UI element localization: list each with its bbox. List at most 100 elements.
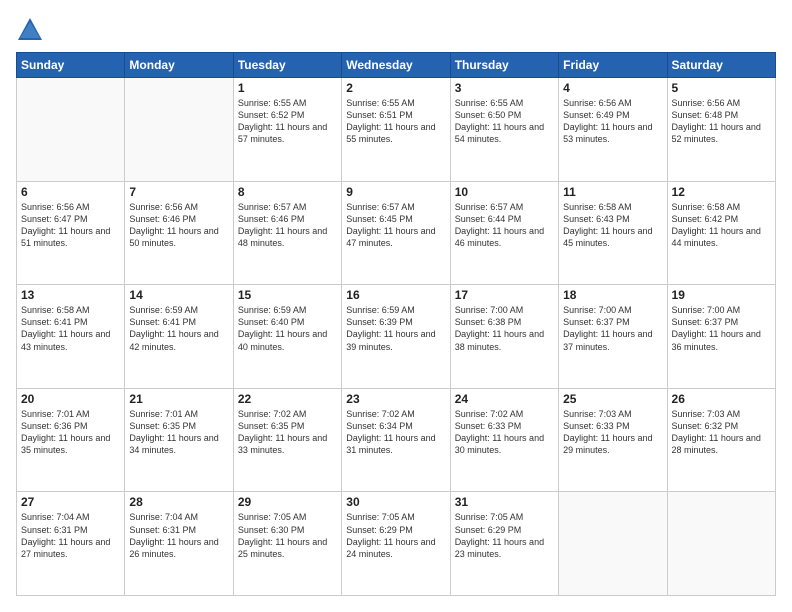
calendar-cell: 21 Sunrise: 7:01 AM Sunset: 6:35 PM Dayli… [125, 388, 233, 492]
day-info: Sunrise: 7:01 AM Sunset: 6:35 PM Dayligh… [129, 408, 228, 457]
day-number: 12 [672, 185, 771, 199]
day-info: Sunrise: 6:58 AM Sunset: 6:43 PM Dayligh… [563, 201, 662, 250]
day-number: 29 [238, 495, 337, 509]
logo [16, 16, 48, 44]
calendar-cell: 9 Sunrise: 6:57 AM Sunset: 6:45 PM Daylig… [342, 181, 450, 285]
calendar-cell: 23 Sunrise: 7:02 AM Sunset: 6:34 PM Dayli… [342, 388, 450, 492]
day-info: Sunrise: 7:04 AM Sunset: 6:31 PM Dayligh… [21, 511, 120, 560]
day-number: 3 [455, 81, 554, 95]
calendar-cell: 29 Sunrise: 7:05 AM Sunset: 6:30 PM Dayli… [233, 492, 341, 596]
day-number: 23 [346, 392, 445, 406]
day-number: 10 [455, 185, 554, 199]
weekday-header-monday: Monday [125, 53, 233, 78]
day-number: 31 [455, 495, 554, 509]
day-number: 4 [563, 81, 662, 95]
day-number: 22 [238, 392, 337, 406]
day-info: Sunrise: 6:56 AM Sunset: 6:47 PM Dayligh… [21, 201, 120, 250]
calendar-week-4: 20 Sunrise: 7:01 AM Sunset: 6:36 PM Dayli… [17, 388, 776, 492]
day-info: Sunrise: 6:56 AM Sunset: 6:46 PM Dayligh… [129, 201, 228, 250]
day-info: Sunrise: 6:59 AM Sunset: 6:41 PM Dayligh… [129, 304, 228, 353]
calendar-cell: 28 Sunrise: 7:04 AM Sunset: 6:31 PM Dayli… [125, 492, 233, 596]
day-info: Sunrise: 7:05 AM Sunset: 6:30 PM Dayligh… [238, 511, 337, 560]
calendar-cell: 13 Sunrise: 6:58 AM Sunset: 6:41 PM Dayli… [17, 285, 125, 389]
calendar-week-1: 1Sunrise: 6:55 AM Sunset: 6:52 PM Daylig… [17, 78, 776, 182]
calendar-cell: 10 Sunrise: 6:57 AM Sunset: 6:44 PM Dayli… [450, 181, 558, 285]
weekday-header-wednesday: Wednesday [342, 53, 450, 78]
day-number: 19 [672, 288, 771, 302]
calendar-cell: 4 Sunrise: 6:56 AM Sunset: 6:49 PM Daylig… [559, 78, 667, 182]
calendar-cell: 11 Sunrise: 6:58 AM Sunset: 6:43 PM Dayli… [559, 181, 667, 285]
day-info: Sunrise: 6:55 AM Sunset: 6:50 PM Dayligh… [455, 97, 554, 146]
calendar-cell [125, 78, 233, 182]
day-number: 25 [563, 392, 662, 406]
calendar-cell: 8Sunrise: 6:57 AM Sunset: 6:46 PM Daylig… [233, 181, 341, 285]
day-info: Sunrise: 7:05 AM Sunset: 6:29 PM Dayligh… [346, 511, 445, 560]
day-info: Sunrise: 6:59 AM Sunset: 6:40 PM Dayligh… [238, 304, 337, 353]
weekday-header-friday: Friday [559, 53, 667, 78]
day-number: 11 [563, 185, 662, 199]
calendar-body: 1Sunrise: 6:55 AM Sunset: 6:52 PM Daylig… [17, 78, 776, 596]
day-info: Sunrise: 7:03 AM Sunset: 6:33 PM Dayligh… [563, 408, 662, 457]
day-number: 15 [238, 288, 337, 302]
day-number: 7 [129, 185, 228, 199]
weekday-header-thursday: Thursday [450, 53, 558, 78]
day-info: Sunrise: 7:02 AM Sunset: 6:35 PM Dayligh… [238, 408, 337, 457]
calendar-cell [667, 492, 775, 596]
calendar-cell: 20 Sunrise: 7:01 AM Sunset: 6:36 PM Dayli… [17, 388, 125, 492]
logo-icon [16, 16, 44, 44]
day-info: Sunrise: 6:57 AM Sunset: 6:46 PM Dayligh… [238, 201, 337, 250]
calendar-cell: 19 Sunrise: 7:00 AM Sunset: 6:37 PM Dayli… [667, 285, 775, 389]
calendar-cell: 14 Sunrise: 6:59 AM Sunset: 6:41 PM Dayli… [125, 285, 233, 389]
calendar-week-5: 27 Sunrise: 7:04 AM Sunset: 6:31 PM Dayli… [17, 492, 776, 596]
calendar-cell: 16Sunrise: 6:59 AM Sunset: 6:39 PM Dayli… [342, 285, 450, 389]
calendar-cell: 5 Sunrise: 6:56 AM Sunset: 6:48 PM Daylig… [667, 78, 775, 182]
day-info: Sunrise: 6:57 AM Sunset: 6:44 PM Dayligh… [455, 201, 554, 250]
weekday-header-saturday: Saturday [667, 53, 775, 78]
day-number: 20 [21, 392, 120, 406]
day-info: Sunrise: 6:59 AM Sunset: 6:39 PM Dayligh… [346, 304, 445, 353]
day-info: Sunrise: 6:58 AM Sunset: 6:41 PM Dayligh… [21, 304, 120, 353]
day-number: 9 [346, 185, 445, 199]
calendar-cell: 24 Sunrise: 7:02 AM Sunset: 6:33 PM Dayli… [450, 388, 558, 492]
day-info: Sunrise: 7:05 AM Sunset: 6:29 PM Dayligh… [455, 511, 554, 560]
day-info: Sunrise: 7:04 AM Sunset: 6:31 PM Dayligh… [129, 511, 228, 560]
calendar-cell: 30 Sunrise: 7:05 AM Sunset: 6:29 PM Dayli… [342, 492, 450, 596]
calendar-cell [17, 78, 125, 182]
day-info: Sunrise: 6:55 AM Sunset: 6:52 PM Dayligh… [238, 97, 337, 146]
day-info: Sunrise: 6:58 AM Sunset: 6:42 PM Dayligh… [672, 201, 771, 250]
calendar-cell: 17Sunrise: 7:00 AM Sunset: 6:38 PM Dayli… [450, 285, 558, 389]
calendar-cell: 25 Sunrise: 7:03 AM Sunset: 6:33 PM Dayli… [559, 388, 667, 492]
day-number: 6 [21, 185, 120, 199]
day-number: 5 [672, 81, 771, 95]
day-number: 14 [129, 288, 228, 302]
calendar-cell: 18 Sunrise: 7:00 AM Sunset: 6:37 PM Dayli… [559, 285, 667, 389]
page: SundayMondayTuesdayWednesdayThursdayFrid… [0, 0, 792, 612]
day-number: 2 [346, 81, 445, 95]
day-number: 30 [346, 495, 445, 509]
calendar-cell [559, 492, 667, 596]
calendar-header: SundayMondayTuesdayWednesdayThursdayFrid… [17, 53, 776, 78]
weekday-header-row: SundayMondayTuesdayWednesdayThursdayFrid… [17, 53, 776, 78]
day-info: Sunrise: 6:57 AM Sunset: 6:45 PM Dayligh… [346, 201, 445, 250]
day-info: Sunrise: 6:56 AM Sunset: 6:49 PM Dayligh… [563, 97, 662, 146]
day-number: 28 [129, 495, 228, 509]
weekday-header-sunday: Sunday [17, 53, 125, 78]
day-number: 27 [21, 495, 120, 509]
calendar-cell: 7 Sunrise: 6:56 AM Sunset: 6:46 PM Daylig… [125, 181, 233, 285]
calendar-cell: 22 Sunrise: 7:02 AM Sunset: 6:35 PM Dayli… [233, 388, 341, 492]
weekday-header-tuesday: Tuesday [233, 53, 341, 78]
day-info: Sunrise: 7:02 AM Sunset: 6:33 PM Dayligh… [455, 408, 554, 457]
day-info: Sunrise: 7:02 AM Sunset: 6:34 PM Dayligh… [346, 408, 445, 457]
day-number: 13 [21, 288, 120, 302]
day-info: Sunrise: 7:00 AM Sunset: 6:37 PM Dayligh… [672, 304, 771, 353]
day-number: 21 [129, 392, 228, 406]
day-number: 24 [455, 392, 554, 406]
day-number: 17 [455, 288, 554, 302]
day-info: Sunrise: 6:56 AM Sunset: 6:48 PM Dayligh… [672, 97, 771, 146]
day-number: 18 [563, 288, 662, 302]
calendar-cell: 12 Sunrise: 6:58 AM Sunset: 6:42 PM Dayli… [667, 181, 775, 285]
day-info: Sunrise: 7:01 AM Sunset: 6:36 PM Dayligh… [21, 408, 120, 457]
day-info: Sunrise: 7:03 AM Sunset: 6:32 PM Dayligh… [672, 408, 771, 457]
calendar-cell: 1Sunrise: 6:55 AM Sunset: 6:52 PM Daylig… [233, 78, 341, 182]
day-info: Sunrise: 7:00 AM Sunset: 6:37 PM Dayligh… [563, 304, 662, 353]
